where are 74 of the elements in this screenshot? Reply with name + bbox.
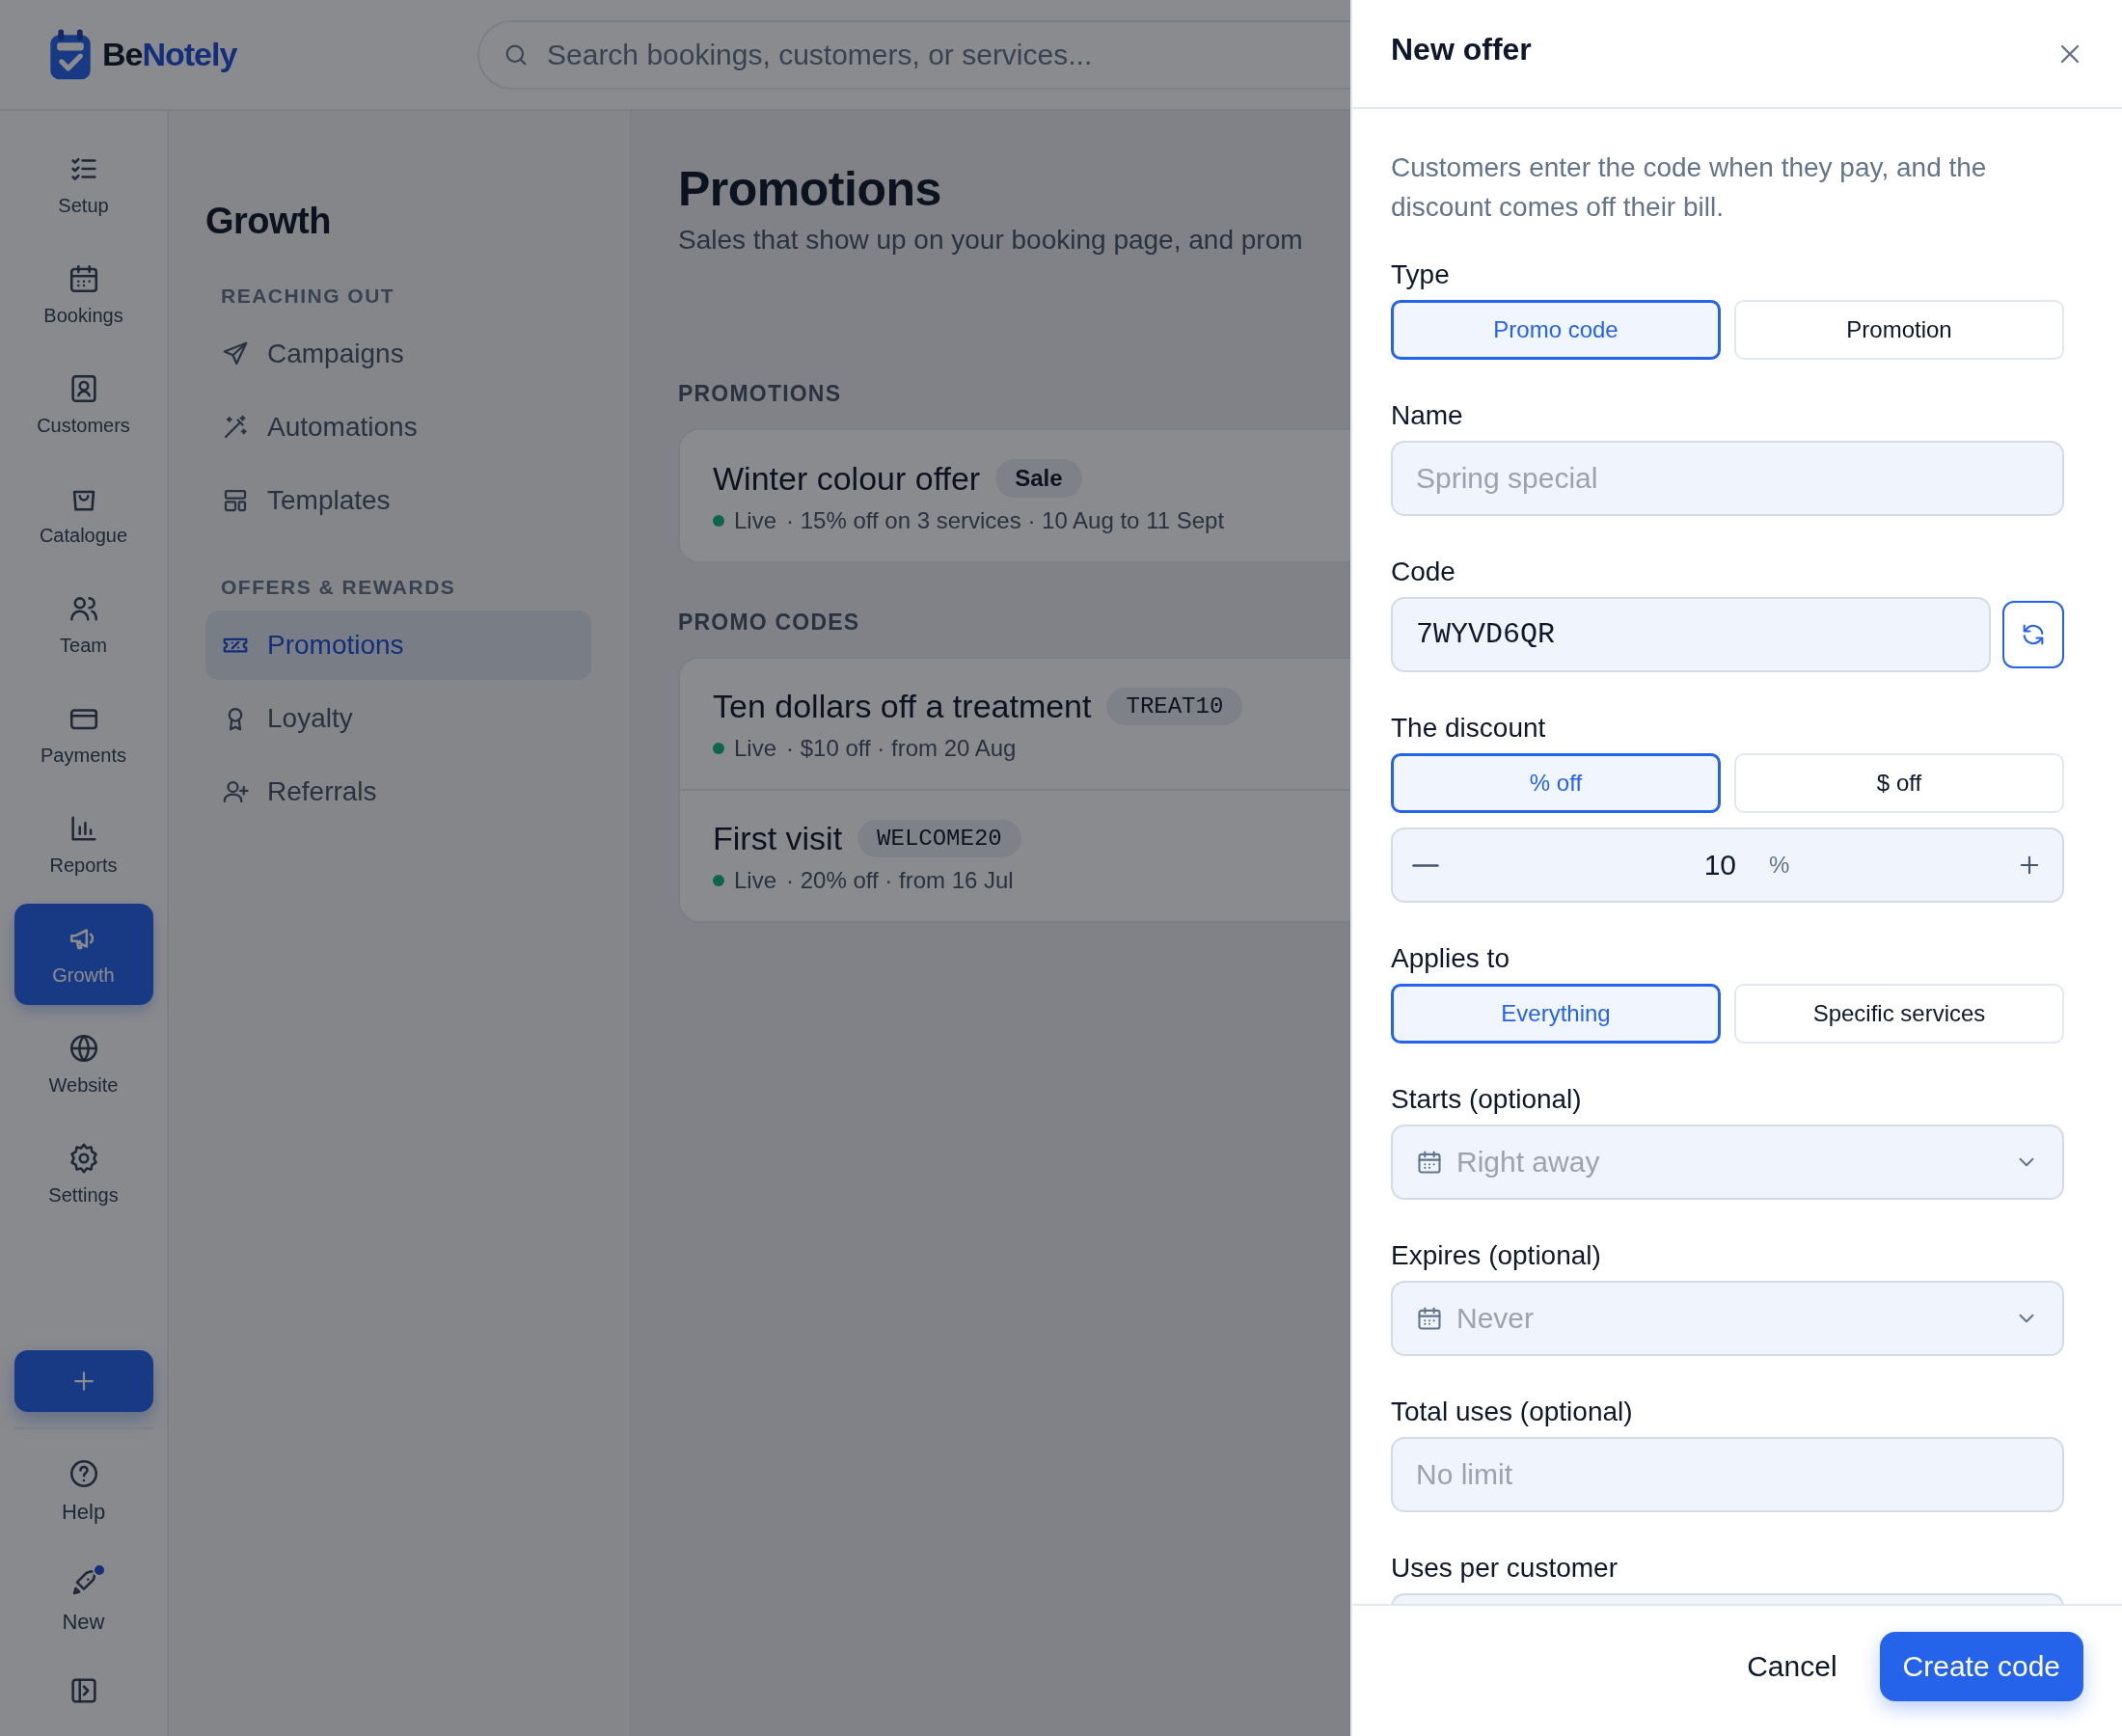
- offer-name: First visit: [713, 820, 843, 857]
- field-label: Name: [1391, 399, 1464, 432]
- input-field[interactable]: Spring special: [1391, 441, 2064, 516]
- calendar-icon: [1416, 1149, 1443, 1176]
- nav-rail-item[interactable]: Settings: [14, 1124, 153, 1225]
- number-value[interactable]: 10: [1703, 849, 1736, 882]
- page-title: Promotions: [678, 161, 942, 217]
- logo-icon: [48, 27, 93, 82]
- date-select[interactable]: Never: [1391, 1281, 2064, 1356]
- field-label: Total uses (optional): [1391, 1396, 1634, 1428]
- offer-details: · 20% off · from 16 Jul: [786, 867, 1014, 894]
- segment-option[interactable]: Promotion: [1734, 300, 2064, 360]
- search-field[interactable]: Search bookings, customers, or services...: [477, 19, 1350, 90]
- cancel-button[interactable]: Cancel: [1737, 1640, 1847, 1693]
- nav-rail-item[interactable]: Catalogue: [14, 464, 153, 565]
- status-text: Live: [734, 507, 777, 534]
- nav-rail-item[interactable]: Website: [14, 1014, 153, 1115]
- nav-item[interactable]: Referrals: [205, 757, 591, 827]
- nav-item[interactable]: Promotions: [205, 610, 591, 680]
- field-label: Expires (optional): [1391, 1239, 1602, 1272]
- input-field[interactable]: No limit: [1391, 1437, 2064, 1512]
- field-label: Applies to: [1391, 942, 1510, 975]
- status-dot: [713, 743, 724, 754]
- page-subtitle: Sales that show up on your booking page, and prom: [678, 225, 1304, 256]
- nav-rail-item[interactable]: Growth: [14, 904, 153, 1005]
- nav-rail-item[interactable]: Setup: [14, 134, 153, 235]
- panel-title: New offer: [1391, 32, 1532, 68]
- unit-label: %: [1769, 852, 1790, 879]
- section-title: Growth: [205, 201, 332, 242]
- nav-rail-item[interactable]: New: [14, 1553, 153, 1649]
- field-label: Code: [1391, 556, 1456, 588]
- segment-option[interactable]: $ off: [1734, 753, 2064, 813]
- nav-item[interactable]: Templates: [205, 466, 591, 535]
- create-code-button[interactable]: Create code: [1879, 1631, 2083, 1701]
- status-dot: [713, 515, 724, 527]
- offer-name: Winter colour offer: [713, 459, 981, 498]
- offer-name: Ten dollars off a treatment: [713, 688, 1092, 725]
- status-dot: [713, 875, 724, 886]
- nav-rail-item[interactable]: Customers: [14, 354, 153, 455]
- nav-rail-item[interactable]: Team: [14, 574, 153, 675]
- input-field[interactable]: 7WYVD6QR: [1391, 597, 1991, 672]
- segment-option[interactable]: % off: [1391, 753, 1721, 813]
- offer-details: · $10 off · from 20 Aug: [786, 735, 1017, 762]
- nav-item[interactable]: Automations: [205, 393, 591, 462]
- nav-item[interactable]: Loyalty: [205, 684, 591, 753]
- create-button[interactable]: [14, 1350, 153, 1412]
- field-label: Starts (optional): [1391, 1083, 1583, 1116]
- field-label: Type: [1391, 258, 1451, 291]
- regenerate-button[interactable]: [2002, 601, 2064, 668]
- nav-rail-item[interactable]: Payments: [14, 684, 153, 785]
- offer-details: · 15% off on 3 services · 10 Aug to 11 Sept: [786, 507, 1225, 534]
- section-heading: OFFERS & REWARDS: [220, 576, 457, 599]
- section-heading: PROMO CODES: [678, 610, 861, 636]
- nav-rail-item[interactable]: Help: [14, 1443, 153, 1539]
- segment-option[interactable]: Everything: [1391, 984, 1721, 1044]
- section-heading: REACHING OUT: [220, 285, 396, 308]
- segment-option[interactable]: Specific services: [1734, 984, 2064, 1044]
- brand-name: BeNotely: [102, 36, 237, 73]
- field-label: Uses per customer: [1391, 1552, 1619, 1585]
- offer-tag: Sale: [995, 459, 1082, 498]
- field-label: The discount: [1391, 712, 1547, 745]
- nav-rail-item[interactable]: Bookings: [14, 244, 153, 345]
- panel-description: Customers enter the code when they pay, and the discount comes off their bill.: [1391, 151, 1988, 224]
- promo-code-tag: TREAT10: [1106, 688, 1243, 725]
- status-text: Live: [734, 735, 777, 762]
- minus-icon: [1412, 863, 1439, 867]
- section-heading: PROMOTIONS: [678, 381, 843, 407]
- date-select[interactable]: Right away: [1391, 1125, 2064, 1200]
- status-text: Live: [734, 867, 777, 894]
- segment-option[interactable]: Promo code: [1391, 300, 1721, 360]
- promo-code-tag: WELCOME20: [857, 820, 1021, 857]
- nav-rail-item[interactable]: Reports: [14, 794, 153, 895]
- calendar-icon: [1416, 1305, 1443, 1332]
- nav-item[interactable]: Campaigns: [205, 319, 591, 389]
